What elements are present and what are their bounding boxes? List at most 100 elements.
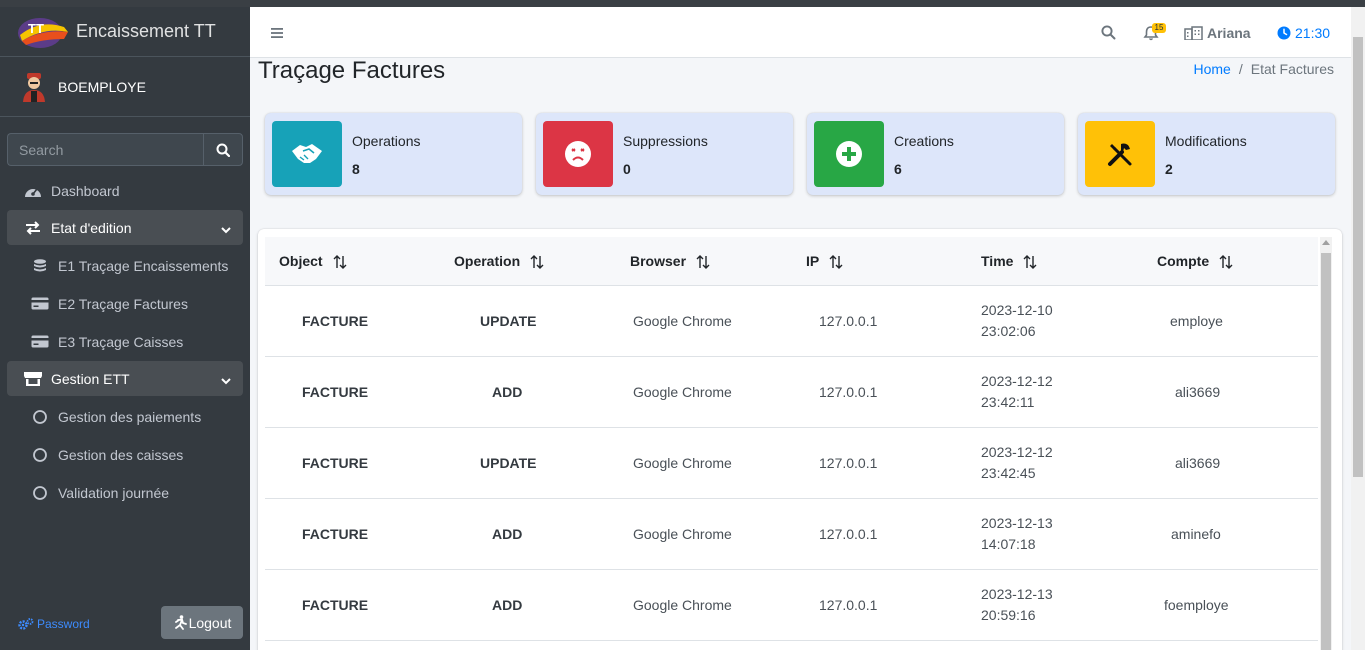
cell-date-value: 2023-12-10 xyxy=(981,301,1053,318)
credit-card-icon xyxy=(30,295,50,313)
tools-icon xyxy=(1085,121,1155,187)
search-icon xyxy=(216,143,230,157)
notification-badge: 15 xyxy=(1152,23,1166,33)
page-scrollbar[interactable] xyxy=(1351,7,1365,650)
invoices-trace-table: Object Operation Browser IP Time Compte … xyxy=(265,237,1318,641)
column-header-time[interactable]: Time xyxy=(967,237,1143,286)
cell-account: foemploye xyxy=(1164,596,1229,613)
table-row: FACTURE ADD Google Chrome 127.0.0.1 2023… xyxy=(265,356,1318,427)
cell-time: 2023-12-10 23:02:06 xyxy=(967,285,1143,356)
cell-ip: 127.0.0.1 xyxy=(819,454,878,471)
sidebar-item-label: E2 Traçage Factures xyxy=(58,295,188,312)
svg-text:TT: TT xyxy=(28,21,44,36)
sidebar-item-label: Gestion des paiements xyxy=(58,408,202,425)
logout-label: Logout xyxy=(188,614,232,631)
column-header-ip[interactable]: IP xyxy=(792,237,967,286)
sidebar-item-label: Gestion des caisses xyxy=(58,446,184,463)
cell-time: 2023-12-13 20:59:16 xyxy=(967,569,1143,640)
column-header-object[interactable]: Object xyxy=(265,237,440,286)
sidebar-item-etat-edition[interactable]: Etat d'edition xyxy=(7,210,243,245)
coins-icon xyxy=(30,257,50,275)
brand-logo: TT xyxy=(16,13,68,51)
column-header-compte[interactable]: Compte xyxy=(1143,237,1318,286)
cell-account: employe xyxy=(1170,312,1223,329)
table-row: FACTURE UPDATE Google Chrome 127.0.0.1 2… xyxy=(265,285,1318,356)
credit-card-icon xyxy=(30,333,50,351)
sidebar-item-label: Gestion ETT xyxy=(51,370,130,387)
breadcrumb-current: Etat Factures xyxy=(1250,61,1334,77)
plus-circle-icon xyxy=(814,121,884,187)
cell-date-value: 2023-12-13 xyxy=(981,514,1053,531)
topbar: 15 Ariana 21:30 xyxy=(250,7,1351,58)
sort-icon xyxy=(530,254,544,269)
sidebar-item-label: E1 Traçage Encaissements xyxy=(58,257,229,274)
sidebar-item-e3-tracage-caisses[interactable]: E3 Traçage Caisses xyxy=(7,324,243,359)
sort-icon xyxy=(1219,254,1233,269)
cell-object: FACTURE xyxy=(302,596,369,613)
stat-value: 6 xyxy=(894,161,902,177)
breadcrumb: Home / Etat Factures xyxy=(1193,61,1334,77)
brand-link[interactable]: TT Encaissement TT xyxy=(0,7,250,57)
menu-toggle-button[interactable] xyxy=(270,26,284,40)
table-row: FACTURE ADD Google Chrome 127.0.0.1 2023… xyxy=(265,569,1318,640)
sidebar-footer: Password Logout xyxy=(0,606,250,642)
scroll-up-arrow-icon[interactable] xyxy=(1322,240,1330,245)
sidebar-item-e1-tracage-encaissements[interactable]: E1 Traçage Encaissements xyxy=(7,248,243,283)
circle-icon xyxy=(30,408,50,426)
cell-object: FACTURE xyxy=(302,383,369,400)
sidebar-search-input[interactable] xyxy=(7,133,203,166)
store-icon xyxy=(23,370,43,388)
location-indicator: Ariana xyxy=(1184,7,1251,58)
chevron-down-icon xyxy=(221,372,231,388)
sidebar-item-label: Dashboard xyxy=(51,182,120,199)
sidebar-item-validation-journee[interactable]: Validation journée xyxy=(7,475,243,510)
password-label: Password xyxy=(37,617,90,631)
circle-icon xyxy=(30,484,50,502)
column-header-browser[interactable]: Browser xyxy=(616,237,792,286)
stat-label: Suppressions xyxy=(623,133,708,149)
user-name[interactable]: BOEMPLOYE xyxy=(58,79,146,95)
clock-icon xyxy=(1277,26,1291,39)
column-header-operation[interactable]: Operation xyxy=(440,237,616,286)
clock-time: 21:30 xyxy=(1295,24,1331,41)
breadcrumb-home-link[interactable]: Home xyxy=(1193,61,1230,77)
cell-ip: 127.0.0.1 xyxy=(819,525,878,542)
stat-label: Modifications xyxy=(1165,133,1247,149)
cell-operation: ADD xyxy=(492,525,523,542)
notifications-button[interactable]: 15 xyxy=(1143,7,1173,58)
topbar-search-button[interactable] xyxy=(1101,7,1116,58)
window-top-strip xyxy=(0,0,1365,7)
password-link[interactable]: Password xyxy=(18,617,90,631)
sort-icon xyxy=(333,254,347,269)
sidebar-item-label: Etat d'edition xyxy=(51,219,132,236)
cell-object: FACTURE xyxy=(302,525,369,542)
cell-time: 2023-12-12 23:42:11 xyxy=(967,356,1143,427)
user-panel[interactable]: BOEMPLOYE xyxy=(0,57,250,117)
sort-icon xyxy=(829,254,843,269)
sidebar-item-gestion-paiements[interactable]: Gestion des paiements xyxy=(7,399,243,434)
stat-value: 2 xyxy=(1165,161,1173,177)
sidebar-search-button[interactable] xyxy=(203,133,243,166)
table-row: FACTURE ADD Google Chrome 127.0.0.1 2023… xyxy=(265,498,1318,569)
sidebar-item-e2-tracage-factures[interactable]: E2 Traçage Factures xyxy=(7,286,243,321)
search-icon xyxy=(1101,25,1116,40)
table-scrollbar-thumb[interactable] xyxy=(1321,253,1331,650)
cell-account: ali3669 xyxy=(1175,454,1221,471)
building-icon xyxy=(1184,25,1203,40)
hamburger-icon xyxy=(271,28,283,38)
sidebar-item-gestion-caisses[interactable]: Gestion des caisses xyxy=(7,437,243,472)
table-header-row: Object Operation Browser IP Time Compte xyxy=(265,237,1318,286)
exchange-arrows-icon xyxy=(23,219,43,237)
table-scrollbar[interactable] xyxy=(1320,237,1332,650)
logout-button[interactable]: Logout xyxy=(161,606,243,639)
sidebar-item-label: E3 Traçage Caisses xyxy=(58,333,184,350)
cell-operation: UPDATE xyxy=(480,454,537,471)
cell-browser: Google Chrome xyxy=(633,383,732,400)
stat-box-operations: Operations 8 xyxy=(265,113,522,195)
sidebar-item-dashboard[interactable]: Dashboard xyxy=(7,173,243,208)
chevron-down-icon xyxy=(221,221,231,237)
page-scrollbar-thumb[interactable] xyxy=(1353,37,1363,477)
stat-label: Creations xyxy=(894,133,954,149)
sidebar-item-gestion-ett[interactable]: Gestion ETT xyxy=(7,361,243,396)
cell-account: aminefo xyxy=(1171,525,1221,542)
